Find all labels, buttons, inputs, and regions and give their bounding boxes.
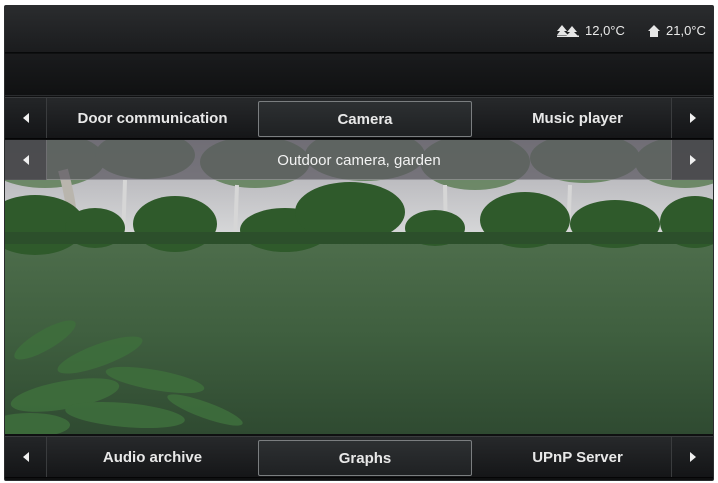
camera-previous-button[interactable] [5,140,47,180]
tab-music-player[interactable]: Music player [472,98,683,138]
house-icon [648,24,660,37]
arrow-right-icon [689,113,696,123]
title-bar [5,54,713,96]
arrow-right-icon [689,452,696,462]
top-tabs-next-button[interactable] [671,98,713,138]
camera-feed[interactable]: Outdoor camera, garden [5,140,713,434]
status-bar: 12,0°C 21,0°C [5,6,713,53]
garden-camera-image [5,140,713,434]
arrow-left-icon [22,452,29,462]
camera-name: Outdoor camera, garden [277,151,441,169]
indoor-temperature: 21,0°C [648,23,706,38]
camera-selector-bar: Outdoor camera, garden [5,140,713,180]
bottom-tabs-previous-button[interactable] [5,437,47,477]
outdoor-temperature-value: 12,0°C [585,23,625,38]
bottom-tab-bar: Audio archive Graphs UPnP Server [5,436,713,478]
camera-next-button[interactable] [671,140,713,180]
tab-audio-archive[interactable]: Audio archive [47,437,258,477]
indoor-temperature-value: 21,0°C [666,23,706,38]
top-tab-bar: Door communication Camera Music player [5,97,713,139]
tab-graphs[interactable]: Graphs [258,440,472,476]
tab-door-communication[interactable]: Door communication [47,98,258,138]
outdoor-trees-icon [557,24,579,37]
bottom-tabs-next-button[interactable] [671,437,713,477]
arrow-right-icon [689,155,696,165]
tab-upnp-server[interactable]: UPnP Server [472,437,683,477]
top-tabs-previous-button[interactable] [5,98,47,138]
arrow-left-icon [22,113,29,123]
arrow-left-icon [22,155,29,165]
app-window: 12,0°C 21,0°C Door communication Camera … [4,5,714,481]
outdoor-temperature: 12,0°C [557,23,625,38]
tab-camera[interactable]: Camera [258,101,472,137]
